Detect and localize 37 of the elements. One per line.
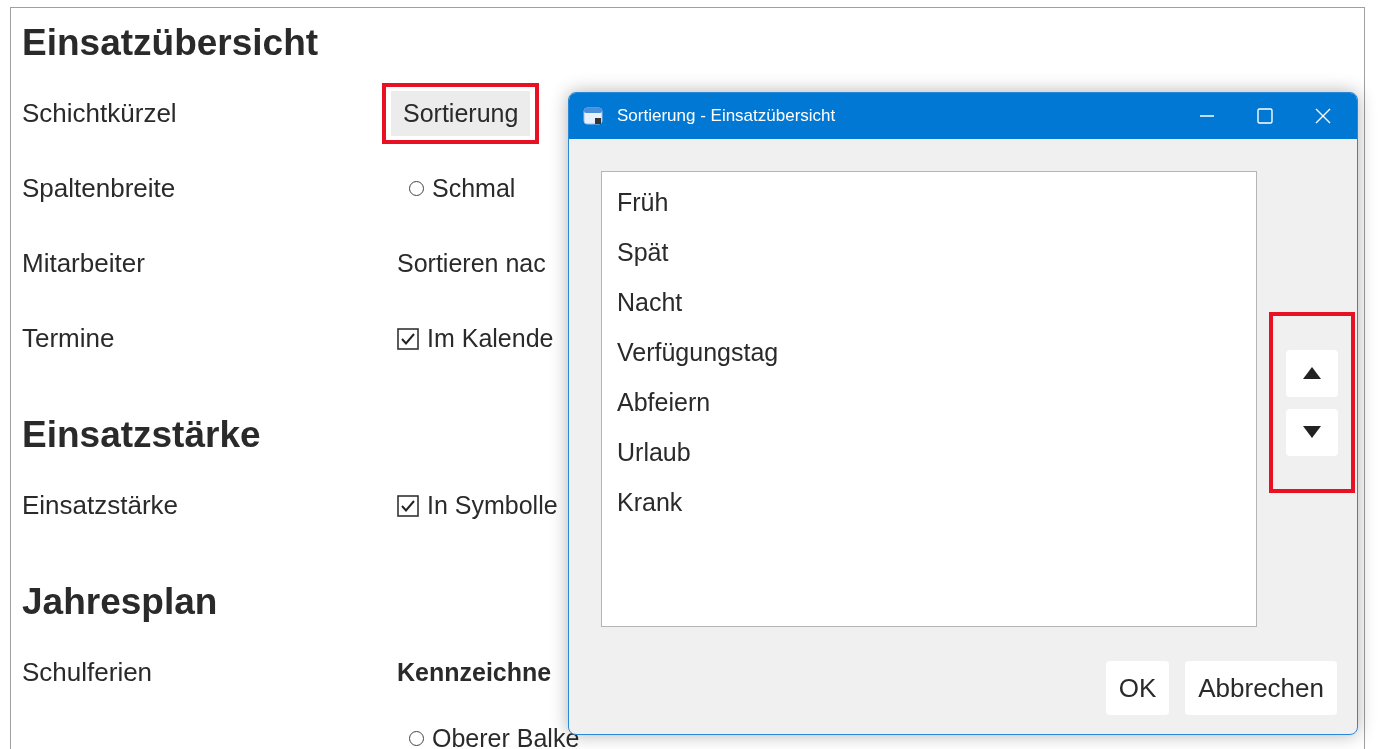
down-triangle-icon (1302, 425, 1322, 439)
list-item[interactable]: Verfügungstag (602, 327, 1256, 377)
radio-button[interactable] (409, 730, 424, 746)
radio-button[interactable] (409, 181, 424, 196)
list-item[interactable]: Nacht (602, 277, 1256, 327)
maximize-icon[interactable] (1255, 106, 1275, 126)
dialog-title: Sortierung - Einsatzübersicht (617, 106, 837, 126)
list-item[interactable]: Früh (602, 177, 1256, 227)
move-down-button[interactable] (1286, 408, 1338, 456)
list-item[interactable]: Urlaub (602, 427, 1256, 477)
option-label: Im Kalende (427, 324, 554, 353)
setting-label: Einsatzstärke (22, 490, 179, 521)
list-item[interactable]: Krank (602, 477, 1256, 527)
setting-label: Schichtkürzel (22, 98, 177, 129)
sort-button[interactable]: Sortierung (391, 91, 531, 136)
list-item[interactable]: Spät (602, 227, 1256, 277)
setting-text: Sortieren nac (397, 249, 546, 278)
setting-label: Mitarbeiter (22, 248, 145, 279)
close-icon[interactable] (1313, 106, 1333, 126)
section-heading: Einsatzstärke (22, 414, 261, 456)
cancel-button[interactable]: Abbrechen (1185, 661, 1337, 715)
option-label: Schmal (432, 174, 516, 203)
setting-label: Schulferien (22, 657, 153, 688)
section-heading: Einsatzübersicht (22, 22, 319, 64)
checkbox[interactable] (397, 327, 419, 350)
section-heading: Jahresplan (22, 581, 218, 623)
option-label: In Symbolle (427, 491, 558, 520)
checkbox[interactable] (397, 494, 419, 517)
calendar-icon (583, 106, 603, 126)
option-label: Oberer Balke (432, 723, 580, 749)
setting-label: Termine (22, 323, 115, 354)
setting-label: Spaltenbreite (22, 173, 176, 204)
up-triangle-icon (1302, 366, 1322, 380)
list-item[interactable]: Abfeiern (602, 377, 1256, 427)
move-up-button[interactable] (1286, 349, 1338, 397)
ok-button[interactable]: OK (1105, 661, 1170, 715)
group-label: Kennzeichne (397, 658, 552, 687)
